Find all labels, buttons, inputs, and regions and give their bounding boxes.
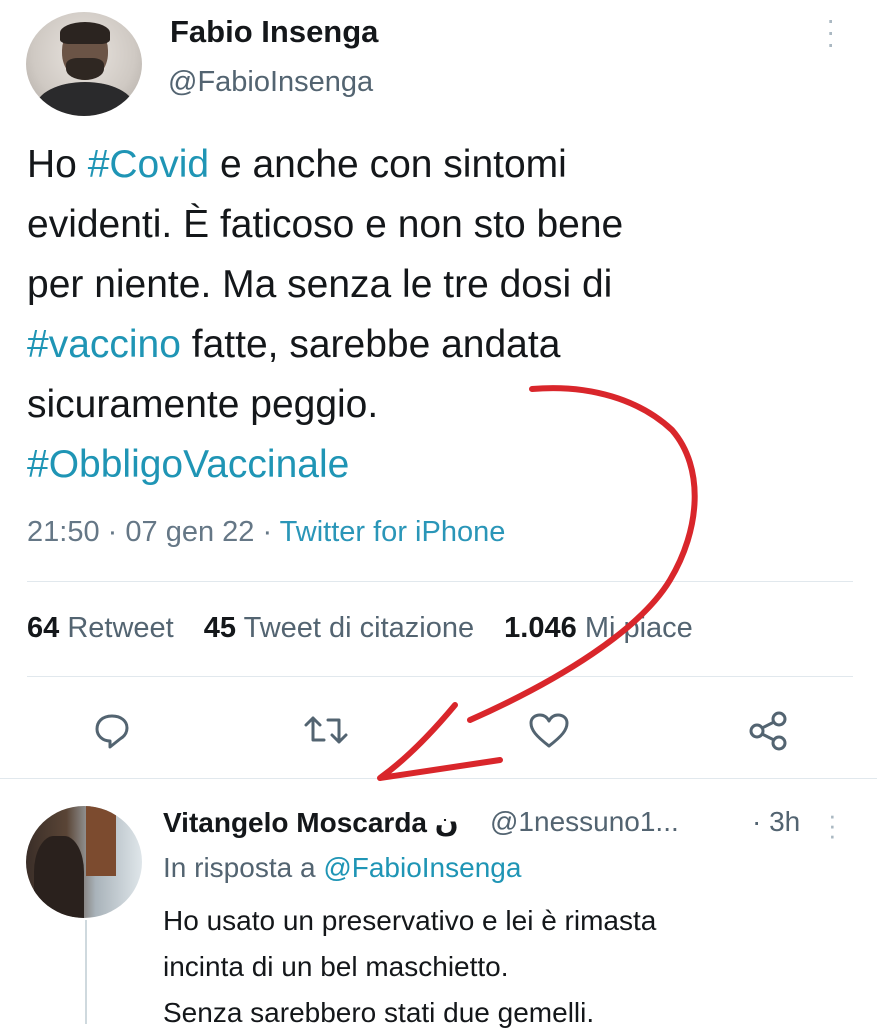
- avatar-figure: [36, 82, 134, 116]
- reply-author-handle[interactable]: @1nessuno1...: [490, 806, 679, 838]
- tweet-line: Ho #Covid e anche con sintomi: [27, 143, 567, 186]
- retweets-stat[interactable]: 64 Retweet: [27, 612, 174, 644]
- retweet-icon[interactable]: [302, 710, 350, 750]
- divider: [27, 676, 853, 677]
- author-name[interactable]: Fabio Insenga: [170, 14, 378, 50]
- reply-author-avatar[interactable]: [26, 806, 142, 918]
- tweet-text: Ho #Covid e anche con sintomi evidenti. …: [27, 135, 847, 495]
- more-vertical-icon[interactable]: · · ·: [826, 6, 835, 58]
- share-icon[interactable]: [748, 710, 790, 752]
- reply-author-name[interactable]: Vitangelo Moscarda ن: [163, 806, 459, 839]
- reply-time[interactable]: · 3h: [752, 806, 800, 838]
- tweet-source[interactable]: Twitter for iPhone: [280, 516, 506, 548]
- tweet-line: sicuramente peggio.: [27, 383, 379, 426]
- tweet-line: #ObbligoVaccinale: [27, 435, 847, 495]
- in-reply-to: In risposta a @FabioInsenga: [163, 852, 522, 883]
- more-vertical-icon[interactable]: · · ·: [828, 802, 837, 848]
- tweet-line: #vaccino fatte, sarebbe andata: [27, 323, 561, 366]
- reply-line: Senza sarebbero stati due gemelli.: [163, 997, 595, 1028]
- tweet-time[interactable]: 21:50: [27, 516, 100, 548]
- divider: [0, 778, 877, 779]
- tweet-stats: 64 Retweet 45 Tweet di citazione 1.046 M…: [27, 612, 715, 645]
- reply-line: Ho usato un preservativo e lei è rimasta: [163, 905, 657, 936]
- avatar-hair: [60, 22, 110, 44]
- tweet-date[interactable]: 07 gen 22: [125, 516, 254, 548]
- tweet-meta: 21:50 · 07 gen 22 · Twitter for iPhone: [27, 516, 506, 548]
- mention-link[interactable]: @FabioInsenga: [323, 852, 521, 883]
- avatar-figure: [34, 836, 84, 918]
- reply-line: incinta di un bel maschietto.: [163, 951, 509, 982]
- thread-line: [85, 920, 87, 1024]
- comment-icon[interactable]: [92, 710, 132, 750]
- tweet-line: per niente. Ma senza le tre dosi di: [27, 263, 613, 306]
- avatar-background: [86, 806, 116, 876]
- likes-stat[interactable]: 1.046 Mi piace: [504, 612, 693, 644]
- hashtag-link[interactable]: #vaccino: [27, 323, 181, 366]
- heart-icon[interactable]: [528, 712, 570, 750]
- reply-text: Ho usato un preservativo e lei è rimasta…: [163, 898, 863, 1036]
- quotes-stat[interactable]: 45 Tweet di citazione: [204, 612, 474, 644]
- tweet-line: evidenti. È faticoso e non sto bene: [27, 203, 624, 246]
- hashtag-link[interactable]: #ObbligoVaccinale: [27, 443, 349, 486]
- divider: [27, 581, 853, 582]
- avatar-beard: [66, 58, 104, 80]
- author-handle[interactable]: @FabioInsenga: [168, 66, 373, 99]
- author-avatar[interactable]: [26, 12, 142, 116]
- hashtag-link[interactable]: #Covid: [88, 143, 209, 186]
